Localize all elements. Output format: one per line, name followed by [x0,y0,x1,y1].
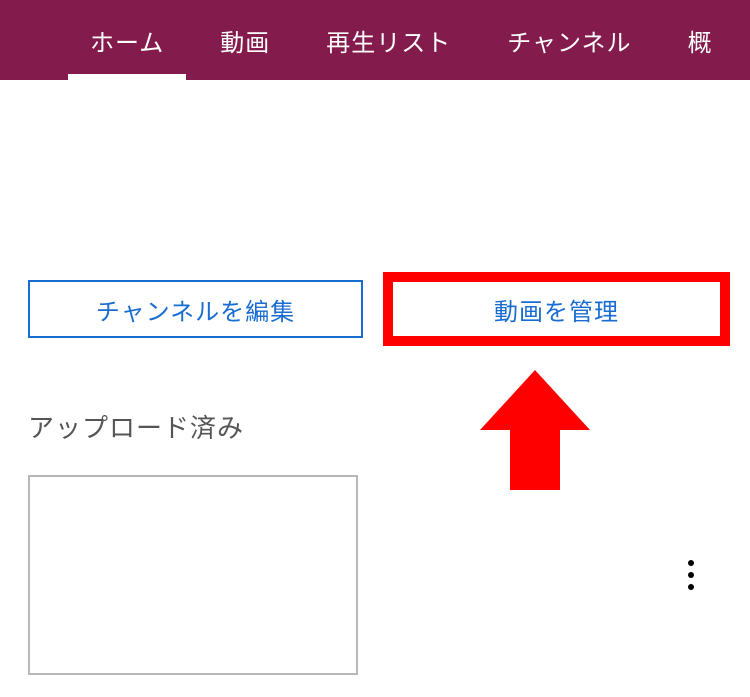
nav-tab-playlists[interactable]: 再生リスト [298,0,479,80]
nav-tab-channels[interactable]: チャンネル [479,0,659,80]
video-thumbnail[interactable] [28,475,358,675]
nav-tab-home[interactable]: ホーム [62,0,192,80]
edit-channel-button[interactable]: チャンネルを編集 [28,280,363,338]
nav-tab-videos[interactable]: 動画 [192,0,298,80]
action-button-row: チャンネルを編集 動画を管理 [28,280,722,338]
manage-videos-button[interactable]: 動画を管理 [391,280,722,338]
nav-bar: ホーム 動画 再生リスト チャンネル 概 [0,0,750,80]
manage-videos-wrapper: 動画を管理 [391,280,722,338]
thumbnail-row [28,475,722,675]
more-options-icon[interactable] [680,552,702,598]
content-area: チャンネルを編集 動画を管理 アップロード済み [0,80,750,675]
uploaded-section-title: アップロード済み [28,408,722,445]
nav-tab-about[interactable]: 概 [660,0,741,80]
